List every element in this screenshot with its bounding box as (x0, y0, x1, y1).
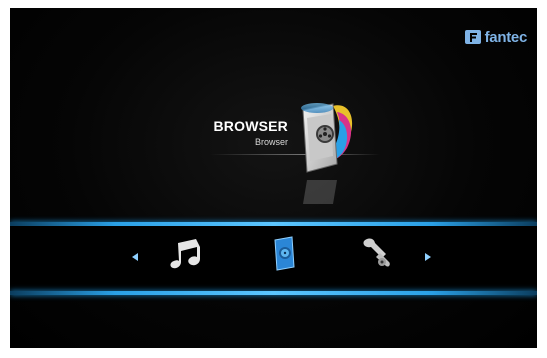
hero-section: BROWSER Browser (200, 98, 400, 204)
arrow-left-icon[interactable] (130, 252, 140, 262)
main-menu-bar (10, 226, 537, 291)
browser-icon (274, 236, 295, 271)
browser-large-icon (301, 103, 353, 173)
music-note-icon (170, 239, 200, 269)
menu-bar-bottom-line (10, 291, 537, 295)
fantec-logo-icon (464, 30, 481, 44)
brand-name: fantec (484, 28, 528, 46)
brand-logo: fantec (464, 28, 527, 46)
menu-item-music[interactable] (170, 235, 206, 271)
menu-item-setup[interactable] (358, 235, 394, 271)
wrench-tools-icon (363, 238, 390, 267)
media-player-screen: fantec BROWSER Browser (10, 8, 537, 348)
hero-title: BROWSER (213, 118, 288, 134)
browser-icon-reflection (303, 180, 337, 204)
arrow-right-icon[interactable] (423, 252, 433, 262)
menu-item-browser[interactable] (266, 235, 302, 271)
hero-subtitle: Browser (254, 137, 288, 147)
